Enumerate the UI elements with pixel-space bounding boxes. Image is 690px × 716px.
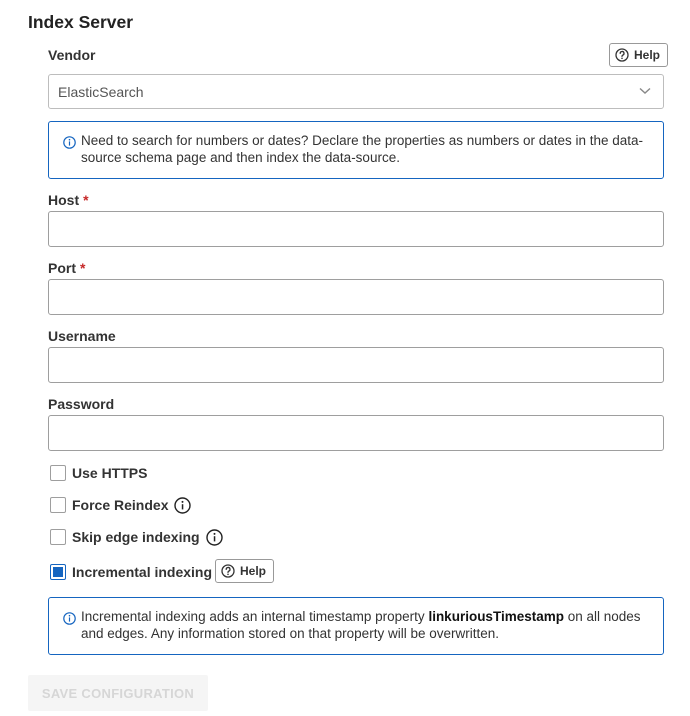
info-icon — [63, 136, 76, 149]
vendor-label: Vendor — [48, 47, 96, 63]
port-input[interactable] — [48, 279, 664, 315]
info-tooltip-icon[interactable] — [205, 528, 223, 546]
info-icon — [63, 612, 76, 625]
force-reindex-row[interactable]: Force Reindex — [50, 495, 192, 515]
port-label: Port * — [48, 260, 85, 276]
info-numbers-text: Need to search for numbers or dates? Dec… — [81, 133, 644, 165]
vendor-select-value: ElasticSearch — [58, 83, 144, 100]
password-label: Password — [48, 396, 115, 412]
info-box-incremental: Incremental indexing adds an internal ti… — [48, 597, 664, 655]
help-circle-icon — [615, 48, 629, 62]
vendor-help-button[interactable]: Help — [609, 43, 669, 67]
use-https-row[interactable]: Use HTTPS — [50, 463, 147, 483]
username-label: Username — [48, 328, 116, 344]
skip-edge-indexing-label: Skip edge indexing — [72, 529, 200, 545]
incremental-indexing-checkbox[interactable] — [50, 564, 66, 580]
chevron-down-icon — [639, 87, 651, 94]
host-label-text: Host — [48, 192, 80, 208]
info-incremental-bold-term: linkuriousTimestamp — [428, 609, 564, 624]
help-circle-icon — [221, 564, 235, 578]
force-reindex-label: Force Reindex — [72, 497, 169, 513]
password-input[interactable] — [48, 415, 664, 451]
skip-edge-indexing-checkbox[interactable] — [50, 529, 66, 545]
vendor-select[interactable]: ElasticSearch — [48, 74, 664, 109]
skip-edge-indexing-row[interactable]: Skip edge indexing — [50, 527, 223, 547]
incremental-indexing-row[interactable]: Incremental indexing — [50, 562, 212, 582]
info-box-numbers-dates: Need to search for numbers or dates? Dec… — [48, 121, 664, 179]
info-incremental-text-before: Incremental indexing adds an internal ti… — [81, 609, 429, 624]
info-tooltip-icon[interactable] — [174, 496, 192, 514]
host-input[interactable] — [48, 211, 664, 247]
incremental-indexing-label: Incremental indexing — [72, 564, 213, 580]
port-required-mark: * — [80, 260, 86, 276]
force-reindex-checkbox[interactable] — [50, 497, 66, 513]
port-label-text: Port — [48, 260, 76, 276]
incremental-help-label: Help — [240, 564, 267, 578]
save-configuration-button[interactable]: SAVE CONFIGURATION — [28, 675, 208, 711]
section-title: Index Server — [28, 12, 134, 32]
host-required-mark: * — [83, 192, 89, 208]
vendor-help-label: Help — [634, 48, 661, 62]
incremental-help-button[interactable]: Help — [215, 559, 275, 583]
username-input[interactable] — [48, 347, 664, 383]
host-label: Host * — [48, 192, 89, 208]
use-https-checkbox[interactable] — [50, 465, 66, 481]
use-https-label: Use HTTPS — [72, 465, 148, 481]
